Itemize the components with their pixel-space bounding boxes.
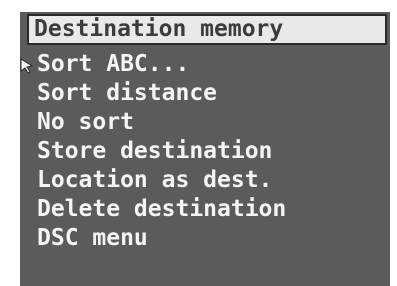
menu-item-label: Location as dest. bbox=[37, 167, 273, 193]
nav-display-screen: Destination memory Sort ABC... Sort dist… bbox=[20, 12, 390, 286]
menu-item-label: DSC menu bbox=[37, 225, 148, 251]
menu-item-location-as-dest[interactable]: Location as dest. bbox=[20, 166, 390, 195]
menu-item-dsc-menu[interactable]: DSC menu bbox=[20, 224, 390, 253]
menu-title: Destination memory bbox=[34, 16, 284, 42]
menu-item-store-destination[interactable]: Store destination bbox=[20, 137, 390, 166]
menu-item-label: No sort bbox=[37, 109, 134, 135]
menu-item-label: Sort distance bbox=[37, 80, 218, 106]
menu-item-sort-abc[interactable]: Sort ABC... bbox=[20, 50, 390, 79]
menu-item-label: Sort ABC... bbox=[37, 51, 190, 77]
menu-item-label: Store destination bbox=[37, 138, 273, 164]
pointer-arrow-icon bbox=[20, 58, 34, 74]
menu-item-label: Delete destination bbox=[37, 196, 287, 222]
destination-memory-menu: Sort ABC... Sort distance No sort Store … bbox=[20, 50, 390, 253]
menu-item-sort-distance[interactable]: Sort distance bbox=[20, 79, 390, 108]
menu-title-bar: Destination memory bbox=[27, 14, 387, 45]
menu-item-delete-destination[interactable]: Delete destination bbox=[20, 195, 390, 224]
menu-item-no-sort[interactable]: No sort bbox=[20, 108, 390, 137]
